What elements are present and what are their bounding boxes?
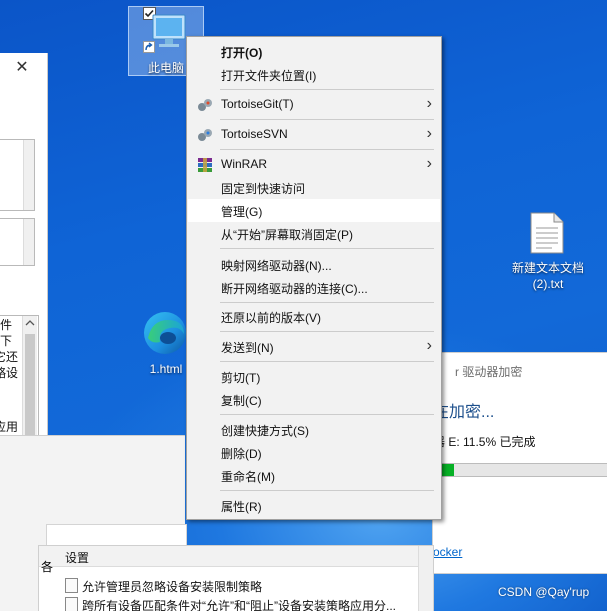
scrollbar[interactable] bbox=[418, 546, 433, 611]
chevron-right-icon: › bbox=[426, 125, 432, 142]
menu-item-label: 删除(D) bbox=[221, 447, 262, 461]
menu-item-pin-quick-access[interactable]: 固定到快速访问 bbox=[188, 176, 440, 199]
context-menu: 打开(O) 打开文件夹位置(I) TortoiseGit(T) › Tortoi… bbox=[186, 36, 442, 520]
policy-label: 允许管理员忽略设备安装限制策略 bbox=[82, 580, 263, 594]
tortoisesvn-icon bbox=[198, 129, 212, 141]
policy-icon bbox=[65, 578, 78, 593]
icon-label: 新建文本文档 (2).txt bbox=[498, 260, 598, 292]
chevron-right-icon: › bbox=[426, 155, 432, 172]
menu-item-label: 打开(O) bbox=[221, 46, 263, 60]
encryption-status: 器 E: 11.5% 已完成 bbox=[433, 435, 536, 449]
watermark-text: CSDN @Qay'rup bbox=[498, 585, 590, 599]
policy-row[interactable]: 跨所有设备匹配条件对“允许”和“阻止”设备安装策略应用分... bbox=[65, 597, 415, 611]
menu-item-label: 打开文件夹位置(I) bbox=[221, 69, 317, 83]
menu-item-manage[interactable]: 管理(G) bbox=[188, 199, 440, 222]
desktop-icon-text-file[interactable]: 新建文本文档 (2).txt bbox=[498, 210, 598, 296]
menu-item-disconnect-network-drive[interactable]: 断开网络驱动器的连接(C)... bbox=[188, 276, 440, 299]
settings-panel: 各 设置 允许管理员忽略设备安装限制策略 跨所有设备匹配条件对“允许”和“阻止”… bbox=[38, 545, 434, 611]
policy-row[interactable]: 允许管理员忽略设备安装限制策略 bbox=[65, 578, 415, 596]
menu-item-restore-previous-versions[interactable]: 还原以前的版本(V) bbox=[188, 305, 440, 328]
icon-label-line: (2).txt bbox=[532, 277, 564, 291]
menu-item-map-network-drive[interactable]: 映射网络驱动器(N)... bbox=[188, 253, 440, 276]
list-text: 它还 bbox=[0, 350, 19, 364]
chevron-up-icon[interactable] bbox=[25, 319, 35, 327]
menu-separator bbox=[220, 414, 434, 415]
policy-icon bbox=[65, 597, 78, 611]
scrollbar[interactable] bbox=[23, 219, 34, 265]
list-text: 应用 bbox=[0, 420, 19, 434]
menu-separator bbox=[220, 119, 434, 120]
menu-item-label: 从“开始”屏幕取消固定(P) bbox=[221, 228, 353, 242]
text-box[interactable] bbox=[0, 218, 35, 266]
menu-item-label: 管理(G) bbox=[221, 205, 263, 219]
edge-browser-icon bbox=[144, 312, 186, 354]
list-text: 下 bbox=[0, 334, 13, 348]
menu-item-delete[interactable]: 删除(D) bbox=[188, 441, 440, 464]
drive-encryption-dialog: r 驱动器加密 在加密... 器 E: 11.5% 已完成 ocker bbox=[432, 352, 607, 574]
scrollbar[interactable] bbox=[23, 140, 34, 210]
menu-item-label: 重命名(M) bbox=[221, 470, 275, 484]
dialog-heading: 在加密... bbox=[433, 404, 495, 421]
menu-item-label: WinRAR bbox=[221, 157, 268, 171]
list-text: 件 bbox=[0, 318, 13, 332]
menu-item-tortoisegit[interactable]: TortoiseGit(T) › bbox=[188, 93, 440, 116]
menu-separator bbox=[220, 361, 434, 362]
progress-bar bbox=[433, 463, 607, 477]
menu-item-label: 创建快捷方式(S) bbox=[221, 424, 309, 438]
menu-item-send-to[interactable]: 发送到(N) › bbox=[188, 335, 440, 358]
menu-item-label: 固定到快速访问 bbox=[221, 182, 306, 196]
menu-separator bbox=[220, 331, 434, 332]
bitlocker-link[interactable]: ocker bbox=[433, 545, 462, 559]
list-text: 略设 bbox=[0, 366, 19, 380]
text-document-icon bbox=[530, 212, 564, 254]
menu-item-cut[interactable]: 剪切(T) bbox=[188, 365, 440, 388]
menu-item-properties[interactable]: 属性(R) bbox=[188, 494, 440, 517]
menu-separator bbox=[220, 302, 434, 303]
settings-column-header[interactable]: 各 设置 bbox=[39, 546, 433, 574]
winrar-icon bbox=[198, 158, 212, 172]
icon-label-line: 新建文本文档 bbox=[511, 261, 584, 275]
menu-separator bbox=[220, 89, 434, 90]
menu-item-copy[interactable]: 复制(C) bbox=[188, 388, 440, 411]
desktop: ✕ 件 下 它还 略设 应用 新 相 吉顺 的任 bbox=[0, 0, 607, 611]
text-box[interactable] bbox=[0, 139, 35, 211]
menu-separator bbox=[220, 490, 434, 491]
menu-item-unpin-start[interactable]: 从“开始”屏幕取消固定(P) bbox=[188, 222, 440, 245]
menu-separator bbox=[220, 248, 434, 249]
menu-item-open[interactable]: 打开(O) bbox=[188, 40, 440, 63]
column-header-label: 设置 bbox=[65, 551, 90, 565]
close-icon[interactable]: ✕ bbox=[12, 58, 32, 78]
chevron-right-icon: › bbox=[426, 95, 432, 112]
policy-label: 跨所有设备匹配条件对“允许”和“阻止”设备安装策略应用分... bbox=[82, 599, 396, 611]
menu-item-label: TortoiseSVN bbox=[221, 127, 288, 141]
menu-item-label: 断开网络驱动器的连接(C)... bbox=[221, 282, 368, 296]
menu-separator bbox=[220, 149, 434, 150]
menu-item-label: TortoiseGit(T) bbox=[221, 97, 294, 111]
tortoisegit-icon bbox=[198, 99, 212, 111]
menu-item-label: 属性(R) bbox=[221, 500, 262, 514]
menu-item-label: 还原以前的版本(V) bbox=[221, 311, 321, 325]
menu-item-label: 剪切(T) bbox=[221, 371, 261, 385]
menu-item-tortoisesvn[interactable]: TortoiseSVN › bbox=[188, 123, 440, 146]
menu-item-rename[interactable]: 重命名(M) bbox=[188, 464, 440, 487]
partial-label: 各 bbox=[41, 560, 54, 574]
chevron-right-icon: › bbox=[426, 337, 432, 354]
menu-item-label: 发送到(N) bbox=[221, 341, 274, 355]
menu-item-open-location[interactable]: 打开文件夹位置(I) bbox=[188, 63, 440, 86]
shortcut-arrow-icon bbox=[143, 41, 155, 53]
menu-item-label: 复制(C) bbox=[221, 394, 262, 408]
dialog-title: r 驱动器加密 bbox=[455, 365, 523, 379]
menu-item-create-shortcut[interactable]: 创建快捷方式(S) bbox=[188, 418, 440, 441]
menu-item-winrar[interactable]: WinRAR › bbox=[188, 153, 440, 176]
menu-item-label: 映射网络驱动器(N)... bbox=[221, 259, 332, 273]
